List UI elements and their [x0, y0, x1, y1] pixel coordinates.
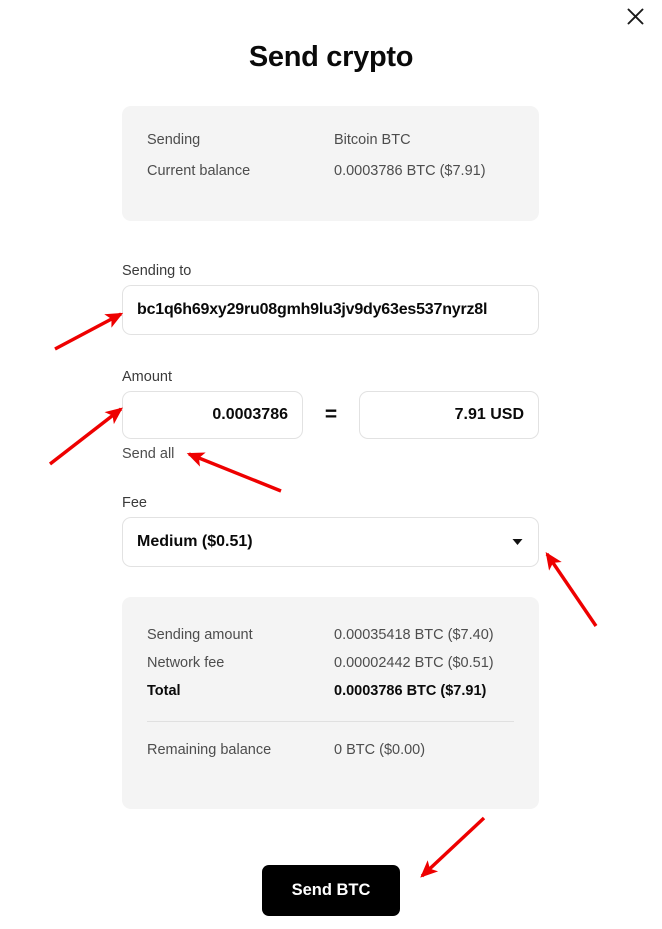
- summary-row-sending-amount: Sending amount 0.00035418 BTC ($7.40): [147, 627, 514, 643]
- send-all-link[interactable]: Send all: [122, 446, 174, 462]
- summary-value-remaining-balance: 0 BTC ($0.00): [334, 742, 426, 758]
- summary-label-remaining-balance: Remaining balance: [147, 742, 272, 758]
- arrow-to-send-button: [420, 816, 486, 878]
- arrow-to-fee-select: [545, 551, 598, 627]
- amount-btc-input[interactable]: [122, 391, 303, 439]
- sending-to-label: Sending to: [122, 263, 192, 279]
- amount-usd-input[interactable]: [359, 391, 539, 439]
- summary-row-remaining-balance: Remaining balance 0 BTC ($0.00): [147, 742, 514, 758]
- summary-value-sending-amount: 0.00035418 BTC ($7.40): [334, 627, 494, 643]
- info-value-current-balance: 0.0003786 BTC ($7.91): [334, 163, 486, 179]
- info-value-sending: Bitcoin BTC: [334, 132, 411, 148]
- arrow-to-send-all: [186, 452, 282, 493]
- equals-sign: =: [324, 403, 338, 426]
- summary-value-total: 0.0003786 BTC ($7.91): [334, 683, 487, 699]
- fee-select-value: Medium ($0.51): [137, 533, 253, 550]
- send-btc-button[interactable]: Send BTC: [262, 865, 400, 916]
- summary-value-network-fee: 0.00002442 BTC ($0.51): [334, 655, 494, 671]
- sending-to-input[interactable]: [122, 285, 539, 335]
- info-label-current-balance: Current balance: [147, 163, 251, 179]
- account-info-card: Sending Bitcoin BTC Current balance 0.00…: [122, 106, 539, 221]
- summary-label-network-fee: Network fee: [147, 655, 225, 671]
- info-row-sending: Sending Bitcoin BTC: [147, 132, 514, 148]
- fee-select[interactable]: Medium ($0.51): [122, 517, 539, 567]
- info-row-current-balance: Current balance 0.0003786 BTC ($7.91): [147, 163, 514, 179]
- info-label-sending: Sending: [147, 132, 201, 148]
- chevron-down-icon: [511, 533, 524, 551]
- summary-row-network-fee: Network fee 0.00002442 BTC ($0.51): [147, 655, 514, 671]
- arrow-to-address-field: [54, 312, 124, 351]
- summary-label-sending-amount: Sending amount: [147, 627, 253, 643]
- summary-label-total: Total: [147, 683, 181, 699]
- page-title: Send crypto: [248, 41, 414, 73]
- close-button[interactable]: [622, 3, 648, 29]
- summary-divider: [147, 721, 514, 722]
- fee-label: Fee: [122, 495, 147, 511]
- amount-label: Amount: [122, 369, 172, 385]
- transaction-summary-card: Sending amount 0.00035418 BTC ($7.40) Ne…: [122, 597, 539, 809]
- summary-row-total: Total 0.0003786 BTC ($7.91): [147, 683, 514, 699]
- close-icon: [627, 8, 644, 25]
- arrow-to-amount-field: [48, 407, 123, 466]
